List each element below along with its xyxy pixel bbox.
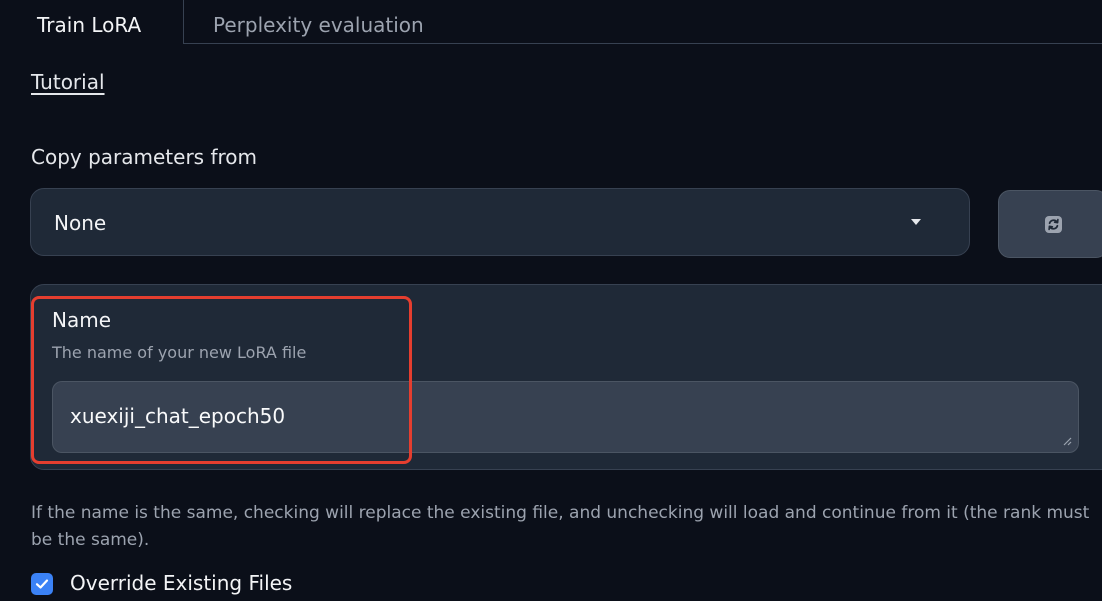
override-checkbox[interactable] [31,573,53,595]
name-textbox-value: xuexiji_chat_epoch50 [70,404,286,428]
chevron-down-icon [911,219,921,225]
name-label: Name [52,308,112,332]
resize-grip-icon[interactable] [1062,436,1072,446]
tab-train-lora[interactable]: Train LoRA [14,0,184,44]
tab-bar: Train LoRA Perplexity evaluation [0,0,1102,44]
override-description: If the name is the same, checking will r… [31,503,1090,550]
tutorial-link[interactable]: Tutorial [31,70,105,94]
copy-parameters-dropdown[interactable]: None [30,188,970,256]
name-textbox[interactable]: xuexiji_chat_epoch50 [52,381,1079,453]
name-info-text: The name of your new LoRA file [52,343,307,362]
refresh-button[interactable] [998,190,1102,258]
copy-parameters-label: Copy parameters from [31,145,257,169]
dropdown-selected-value: None [54,211,107,235]
lora-training-panel: Train LoRA Perplexity evaluation Tutoria… [0,0,1102,601]
refresh-icon [1045,216,1062,233]
override-checkbox-label[interactable]: Override Existing Files [70,571,292,595]
checkmark-icon [35,579,49,589]
tab-perplexity-evaluation[interactable]: Perplexity evaluation [213,0,424,44]
